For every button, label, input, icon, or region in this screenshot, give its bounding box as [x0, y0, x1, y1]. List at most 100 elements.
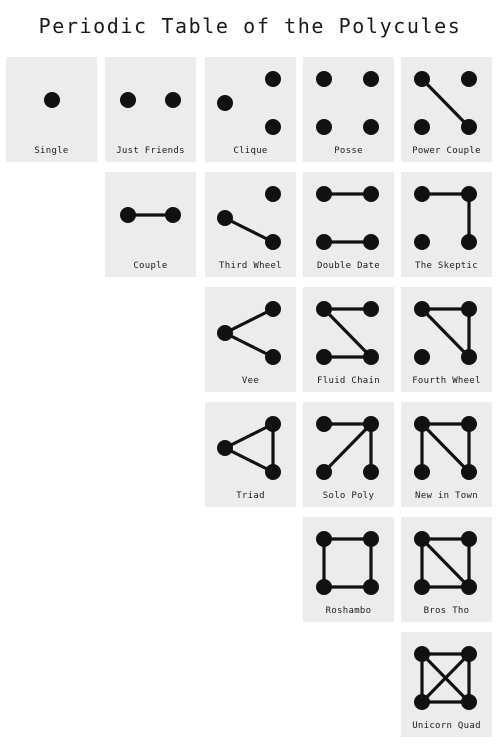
- polycule-label: Fourth Wheel: [412, 376, 481, 386]
- polycule-node: [265, 234, 281, 250]
- polycule-node: [414, 531, 430, 547]
- polycule-node: [316, 349, 332, 365]
- polycule-node: [265, 349, 281, 365]
- polycule-node: [316, 301, 332, 317]
- polycule-cell[interactable]: Unicorn Quad: [401, 632, 492, 737]
- polycule-cell[interactable]: Roshambo: [303, 517, 394, 622]
- polycule-cell[interactable]: Vee: [205, 287, 296, 392]
- polycule-cell[interactable]: Couple: [105, 172, 196, 277]
- polycule-node: [461, 186, 477, 202]
- polycule-node: [316, 119, 332, 135]
- polycule-node: [316, 531, 332, 547]
- polycule-node: [120, 207, 136, 223]
- polycule-node: [265, 301, 281, 317]
- polycule-node: [44, 92, 60, 108]
- polycule-node: [461, 301, 477, 317]
- polycule-node: [414, 349, 430, 365]
- polycule-node: [461, 464, 477, 480]
- polycule-grid: Single Just Friends Clique Posse Power Coupl…: [0, 0, 500, 750]
- polycule-cell[interactable]: Clique: [205, 57, 296, 162]
- polycule-label: Posse: [334, 146, 363, 156]
- polycule-label: Single: [34, 146, 69, 156]
- polycule-node: [316, 416, 332, 432]
- polycule-node: [461, 234, 477, 250]
- polycule-cell[interactable]: Bros Tho: [401, 517, 492, 622]
- polycule-node: [461, 646, 477, 662]
- polycule-node: [414, 579, 430, 595]
- polycule-label: Bros Tho: [423, 606, 470, 616]
- polycule-node: [265, 186, 281, 202]
- polycule-cell[interactable]: Just Friends: [105, 57, 196, 162]
- polycule-node: [265, 119, 281, 135]
- polycule-node: [363, 416, 379, 432]
- polycule-node: [165, 92, 181, 108]
- polycule-node: [461, 119, 477, 135]
- polycule-node: [461, 694, 477, 710]
- polycule-node: [363, 234, 379, 250]
- polycule-node: [316, 186, 332, 202]
- polycule-cell[interactable]: Fourth Wheel: [401, 287, 492, 392]
- polycule-edge: [224, 446, 274, 474]
- polycule-node: [414, 234, 430, 250]
- polycule-node: [217, 210, 233, 226]
- polycule-node: [316, 234, 332, 250]
- polycule-label: Third Wheel: [219, 261, 282, 271]
- polycule-cell[interactable]: The Skeptic: [401, 172, 492, 277]
- polycule-cell[interactable]: Posse: [303, 57, 394, 162]
- polycule-node: [414, 301, 430, 317]
- polycule-node: [461, 579, 477, 595]
- polycule-edge: [420, 537, 471, 589]
- polycule-node: [461, 71, 477, 87]
- polycule-edge: [224, 422, 274, 450]
- polycule-edge: [224, 307, 274, 335]
- polycule-node: [363, 119, 379, 135]
- polycule-node: [363, 71, 379, 87]
- polycule-node: [461, 349, 477, 365]
- polycule-node: [363, 301, 379, 317]
- polycule-cell[interactable]: Power Couple: [401, 57, 492, 162]
- polycule-node: [461, 531, 477, 547]
- polycule-cell[interactable]: Single: [6, 57, 97, 162]
- polycule-node: [316, 579, 332, 595]
- polycule-cell[interactable]: Third Wheel: [205, 172, 296, 277]
- polycule-label: Clique: [233, 146, 268, 156]
- polycule-node: [414, 464, 430, 480]
- polycule-label: Fluid Chain: [317, 376, 380, 386]
- polycule-node: [414, 119, 430, 135]
- polycule-node: [217, 95, 233, 111]
- polycule-cell[interactable]: New in Town: [401, 402, 492, 507]
- polycule-label: Just Friends: [116, 146, 185, 156]
- polycule-edge: [224, 331, 274, 359]
- polycule-label: Unicorn Quad: [412, 721, 481, 731]
- polycule-node: [414, 71, 430, 87]
- polycule-node: [265, 464, 281, 480]
- polycule-node: [316, 71, 332, 87]
- polycule-label: Vee: [241, 376, 260, 386]
- polycule-node: [414, 694, 430, 710]
- polycule-node: [120, 92, 136, 108]
- polycule-node: [363, 531, 379, 547]
- polycule-label: The Skeptic: [415, 261, 478, 271]
- polycule-cell[interactable]: Double Date: [303, 172, 394, 277]
- polycule-node: [316, 464, 332, 480]
- polycule-node: [414, 416, 430, 432]
- polycule-node: [363, 464, 379, 480]
- polycule-edge: [322, 307, 373, 359]
- polycule-label: Power Couple: [412, 146, 481, 156]
- polycule-node: [217, 325, 233, 341]
- polycule-cell[interactable]: Solo Poly: [303, 402, 394, 507]
- polycule-label: Double Date: [317, 261, 380, 271]
- polycule-label: Couple: [133, 261, 168, 271]
- polycule-edge: [224, 216, 274, 244]
- polycule-label: New in Town: [415, 491, 478, 501]
- polycule-cell[interactable]: Fluid Chain: [303, 287, 394, 392]
- polycule-node: [461, 416, 477, 432]
- polycule-label: Triad: [236, 491, 265, 501]
- polycule-edge: [420, 307, 471, 359]
- polycule-edge: [420, 422, 471, 474]
- polycule-node: [217, 440, 233, 456]
- polycule-node: [363, 579, 379, 595]
- polycule-node: [265, 71, 281, 87]
- polycule-cell[interactable]: Triad: [205, 402, 296, 507]
- polycule-node: [414, 646, 430, 662]
